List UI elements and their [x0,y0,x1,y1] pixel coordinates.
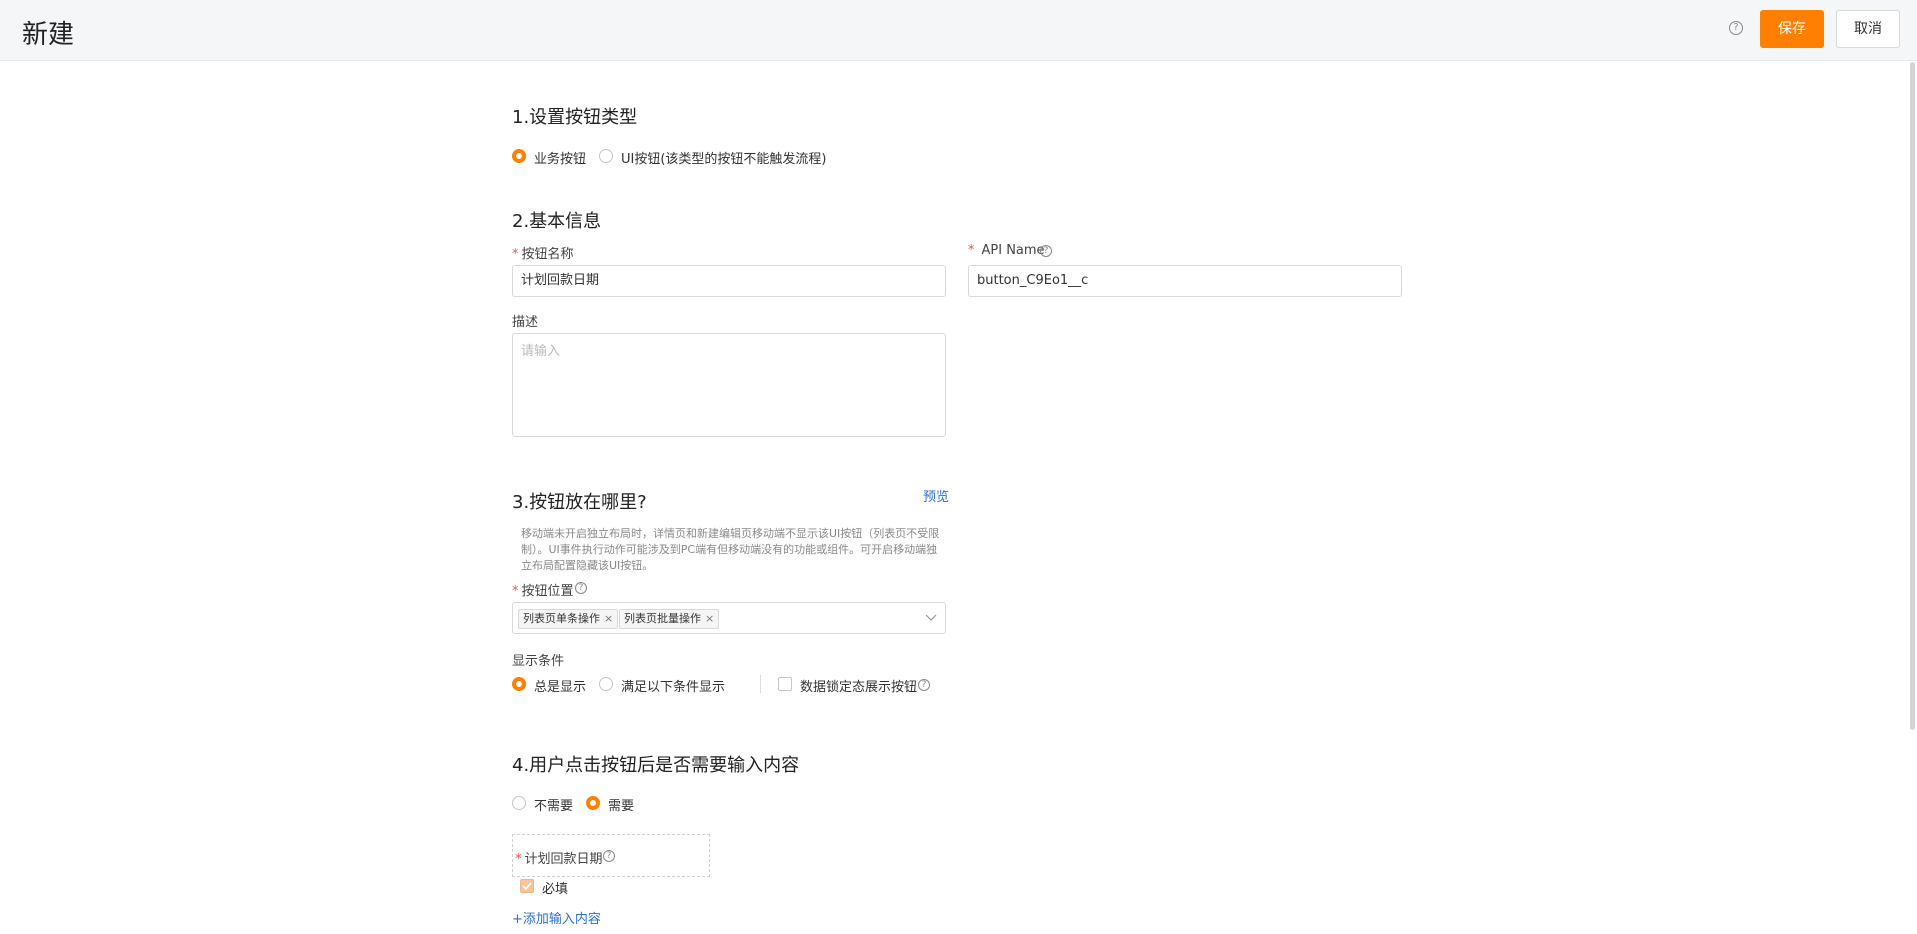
radio-label-business-button: 业务按钮 [534,152,587,167]
required-mark: * [512,584,519,599]
required-mark: * [968,243,975,258]
placement-hint: 移动端未开启独立布局时，详情页和新建编辑页移动端不显示该UI按钮（列表页不受限制… [521,527,940,572]
chevron-down-icon[interactable] [925,614,937,622]
lock-state-checkbox[interactable] [778,677,792,691]
radio-label-needed: 需要 [608,799,635,814]
page-title: 新建 [22,20,75,50]
radio-label-conditional-show: 满足以下条件显示 [621,680,726,695]
cancel-button[interactable]: 取消 [1836,10,1900,48]
radio-ui-button[interactable] [599,149,613,163]
description-label: 描述 [512,315,539,330]
required-mark: * [515,852,522,867]
radio-conditional-show[interactable] [599,677,613,691]
tag-remove-icon[interactable]: × [705,612,714,625]
display-condition-label: 显示条件 [512,654,565,669]
required-checkbox-label: 必填 [542,882,569,897]
radio-label-not-needed: 不需要 [534,799,574,814]
position-tag-label: 列表页批量操作 [624,612,701,625]
radio-label-ui-button: UI按钮(该类型的按钮不能触发流程) [621,152,827,167]
section-title-user-input: 4.用户点击按钮后是否需要输入内容 [512,755,800,776]
add-input-link[interactable]: +添加输入内容 [512,908,601,927]
position-tag: 列表页批量操作 × [619,609,720,629]
lock-state-checkbox-label: 数据锁定态展示按钮 [800,680,918,695]
input-field-label: * 计划回款日期 [515,848,603,867]
button-name-input[interactable]: 计划回款日期 [512,265,946,297]
input-field-label-text: 计划回款日期 [524,852,603,867]
tag-remove-icon[interactable]: × [604,612,613,625]
position-tag: 列表页单条操作 × [518,609,619,629]
button-name-label-text: 按钮名称 [521,247,574,262]
section-title-basic-info: 2.基本信息 [512,211,602,232]
preview-link[interactable]: 预览 [923,486,949,505]
button-position-label: * 按钮位置 [512,580,574,599]
divider [760,675,761,693]
save-button[interactable]: 保存 [1760,10,1824,48]
button-name-label: * 按钮名称 [512,243,574,262]
scrollbar[interactable] [1910,62,1915,730]
section-title-button-placement: 3.按钮放在哪里? [512,492,647,513]
button-position-select[interactable]: 列表页单条操作 × 列表页批量操作 × [512,602,946,634]
api-name-input[interactable]: button_C9Eo1__c [968,265,1402,297]
input-field-help-icon[interactable]: ? [603,850,615,862]
api-name-label-text: API Name [981,243,1045,258]
radio-label-always-show: 总是显示 [534,680,587,695]
required-checkbox[interactable] [520,879,534,893]
radio-always-show[interactable] [512,677,526,691]
checkmark-icon [522,882,532,891]
help-icon[interactable]: ? [1729,21,1743,35]
position-tag-label: 列表页单条操作 [523,612,600,625]
lock-state-help-icon[interactable]: ? [918,679,930,691]
section-title-button-type: 1.设置按钮类型 [512,107,638,128]
required-mark: * [512,247,519,262]
button-position-help-icon[interactable]: ? [575,582,587,594]
radio-needed[interactable] [586,796,600,810]
radio-business-button[interactable] [512,149,526,163]
api-name-label: * API Name [968,243,1045,258]
api-name-help-icon[interactable]: ? [1040,245,1052,257]
description-textarea[interactable]: 请输入 [512,333,946,437]
page-header: 新建 ? 保存 取消 [0,0,1917,61]
button-position-label-text: 按钮位置 [521,584,574,599]
radio-not-needed[interactable] [512,796,526,810]
